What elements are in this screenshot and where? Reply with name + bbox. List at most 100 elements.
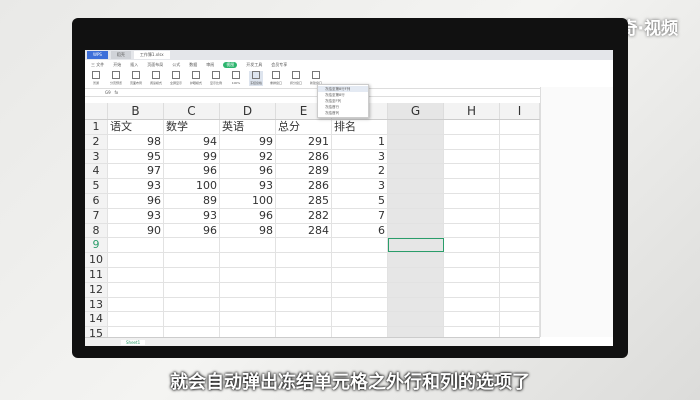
cell[interactable] xyxy=(444,179,500,193)
column-header[interactable]: G xyxy=(388,103,444,119)
cell[interactable] xyxy=(388,223,444,238)
row-header[interactable]: 10 xyxy=(85,253,108,267)
row-header[interactable]: 11 xyxy=(85,267,108,282)
cell[interactable]: 95 xyxy=(108,149,164,164)
cell[interactable] xyxy=(164,297,220,312)
cell[interactable]: 96 xyxy=(108,193,164,208)
cell[interactable] xyxy=(220,253,276,267)
cell[interactable] xyxy=(108,282,164,297)
cell[interactable]: 3 xyxy=(332,179,388,193)
cell[interactable] xyxy=(388,134,444,149)
menu-tab[interactable]: 视图 xyxy=(223,61,238,68)
cell[interactable] xyxy=(500,164,540,179)
row-header[interactable]: 6 xyxy=(85,193,108,208)
cell[interactable] xyxy=(164,267,220,282)
cell[interactable]: 97 xyxy=(108,164,164,179)
cell[interactable] xyxy=(220,312,276,327)
cell[interactable]: 99 xyxy=(220,134,276,149)
ribbon-button[interactable]: 页面布局 xyxy=(129,71,143,86)
cell[interactable] xyxy=(164,253,220,267)
cell[interactable]: 98 xyxy=(220,223,276,238)
cell[interactable]: 96 xyxy=(164,223,220,238)
cell[interactable]: 93 xyxy=(164,208,220,223)
cell[interactable]: 数学 xyxy=(164,120,220,134)
cell[interactable] xyxy=(108,312,164,327)
cell[interactable] xyxy=(332,267,388,282)
cell[interactable] xyxy=(388,149,444,164)
menu-tab[interactable]: 会员专享 xyxy=(271,62,287,68)
cell[interactable]: 7 xyxy=(332,208,388,223)
cell[interactable] xyxy=(444,208,500,223)
cell[interactable] xyxy=(220,267,276,282)
cell[interactable] xyxy=(500,253,540,267)
cell[interactable]: 96 xyxy=(220,208,276,223)
ribbon-button[interactable]: 拆分窗口 xyxy=(289,71,303,86)
row-header[interactable]: 5 xyxy=(85,179,108,193)
menu-tab[interactable]: 数据 xyxy=(189,62,197,68)
cell-grid[interactable]: BCDEFGHI1语文数学英语总分排名298949929113959992286… xyxy=(85,103,540,342)
ribbon-button[interactable]: 冻结窗格 xyxy=(249,71,263,86)
menu-tab[interactable]: 三 文件 xyxy=(91,62,104,68)
ribbon-button[interactable]: 护眼模式 xyxy=(189,71,203,86)
cell[interactable]: 90 xyxy=(108,223,164,238)
cell[interactable]: 2 xyxy=(332,164,388,179)
cell[interactable]: 93 xyxy=(220,179,276,193)
cell[interactable]: 96 xyxy=(164,164,220,179)
cell[interactable] xyxy=(444,253,500,267)
row-header[interactable]: 9 xyxy=(85,238,108,253)
cell[interactable] xyxy=(388,267,444,282)
title-tab[interactable]: 稻壳 xyxy=(110,51,131,59)
cell[interactable] xyxy=(276,282,332,297)
cell[interactable]: 100 xyxy=(164,179,220,193)
cell[interactable] xyxy=(276,253,332,267)
menu-tab[interactable]: 审阅 xyxy=(206,62,214,68)
cell[interactable] xyxy=(108,253,164,267)
row-header[interactable]: 12 xyxy=(85,282,108,297)
cell[interactable] xyxy=(500,134,540,149)
row-header[interactable]: 2 xyxy=(85,134,108,149)
cell[interactable] xyxy=(388,164,444,179)
cell[interactable] xyxy=(332,282,388,297)
cell[interactable] xyxy=(388,297,444,312)
cell[interactable] xyxy=(500,267,540,282)
cell[interactable]: 总分 xyxy=(276,120,332,134)
cell[interactable]: 排名 xyxy=(332,120,388,134)
cell[interactable] xyxy=(220,238,276,253)
row-header[interactable]: 13 xyxy=(85,297,108,312)
row-header[interactable]: 3 xyxy=(85,149,108,164)
cell[interactable] xyxy=(332,238,388,253)
cell[interactable]: 93 xyxy=(108,179,164,193)
row-header[interactable]: 14 xyxy=(85,312,108,327)
cell[interactable]: 98 xyxy=(108,134,164,149)
cell[interactable] xyxy=(276,267,332,282)
cell[interactable] xyxy=(108,297,164,312)
menu-tab[interactable]: 插入 xyxy=(130,62,138,68)
menu-tab[interactable]: 公式 xyxy=(172,62,180,68)
cell[interactable]: 96 xyxy=(220,164,276,179)
cell[interactable] xyxy=(444,282,500,297)
title-tab[interactable]: 工作簿1.xlsx xyxy=(133,51,170,59)
cell[interactable] xyxy=(444,134,500,149)
column-header[interactable]: H xyxy=(444,103,500,119)
ribbon-button[interactable]: 重排窗口 xyxy=(269,71,283,86)
cell[interactable]: 语文 xyxy=(108,120,164,134)
cell[interactable] xyxy=(388,282,444,297)
cell[interactable] xyxy=(220,282,276,297)
fx-icon[interactable]: fx xyxy=(114,90,118,95)
cell[interactable] xyxy=(444,193,500,208)
cell[interactable]: 284 xyxy=(276,223,332,238)
cell[interactable] xyxy=(388,312,444,327)
column-header[interactable]: I xyxy=(500,103,540,119)
cell[interactable] xyxy=(388,208,444,223)
cell[interactable]: 5 xyxy=(332,193,388,208)
cell[interactable] xyxy=(164,238,220,253)
cell[interactable] xyxy=(388,179,444,193)
cell[interactable] xyxy=(276,297,332,312)
cell[interactable] xyxy=(388,238,444,253)
column-header[interactable]: C xyxy=(164,103,220,119)
cell[interactable]: 99 xyxy=(164,149,220,164)
cell[interactable] xyxy=(444,149,500,164)
cell[interactable] xyxy=(500,297,540,312)
ribbon-button[interactable]: 全屏显示 xyxy=(169,71,183,86)
cell[interactable] xyxy=(332,312,388,327)
